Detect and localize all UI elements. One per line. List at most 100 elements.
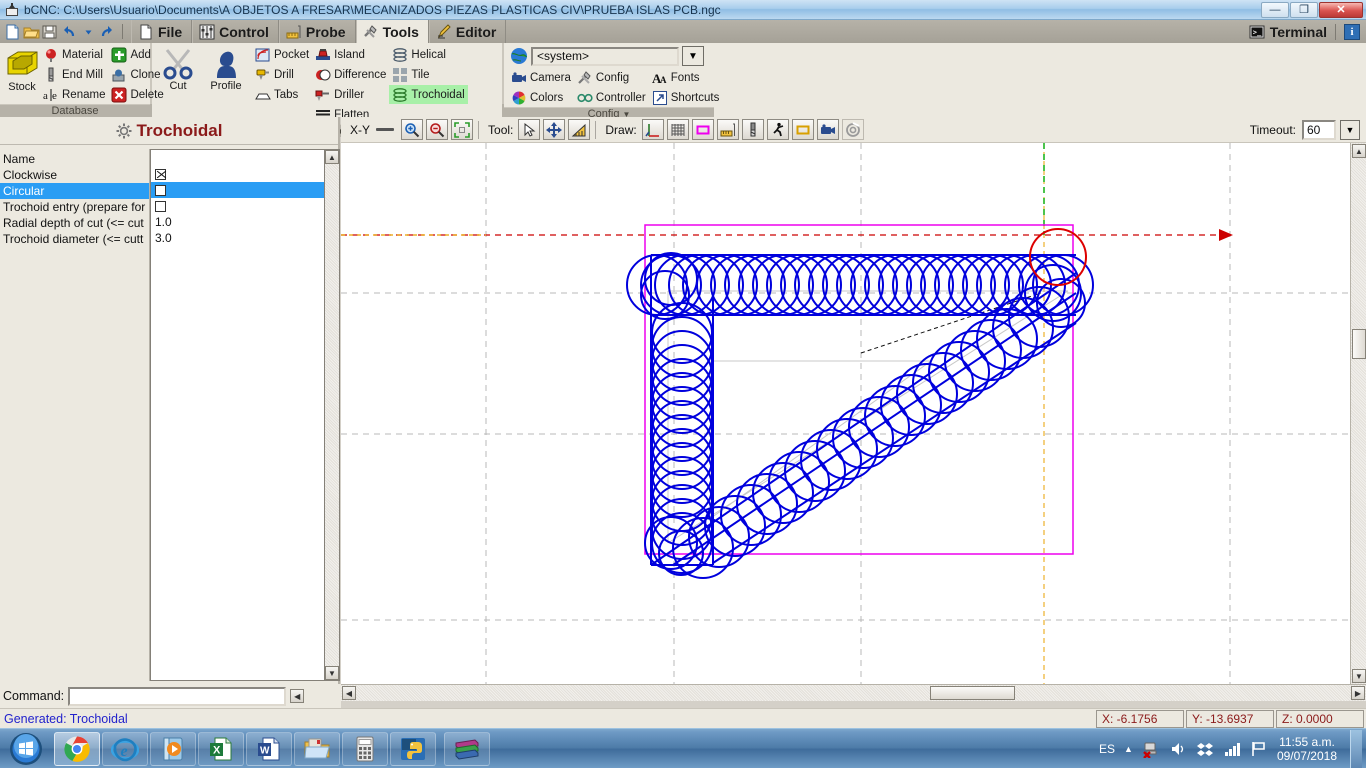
tabs-button[interactable]: Tabs — [252, 85, 312, 104]
canvas-scroll-right-button[interactable]: ▶ — [1351, 686, 1365, 700]
new-file-icon[interactable] — [3, 23, 21, 41]
property-row-name[interactable]: Name — [0, 151, 149, 167]
trochoid-entry-checkbox[interactable] — [155, 200, 166, 212]
signal-icon[interactable] — [1223, 740, 1241, 758]
trochoidal-button[interactable]: Trochoidal — [389, 85, 468, 104]
property-scroll-down-button[interactable]: ▼ — [325, 666, 339, 680]
taskbar-excel[interactable]: X — [198, 731, 244, 766]
camera-button[interactable]: Camera — [508, 68, 574, 87]
property-scrollbar[interactable]: ▲ ▼ — [324, 149, 340, 681]
timeout-dropdown-arrow[interactable]: ▼ — [1340, 119, 1360, 140]
redo-icon[interactable] — [98, 23, 116, 41]
shortcuts-button[interactable]: Shortcuts — [649, 88, 723, 107]
zoom-in-button[interactable] — [401, 119, 424, 140]
canvas-scroll-down-button[interactable]: ▼ — [1352, 669, 1366, 683]
show-desktop-button[interactable] — [1350, 729, 1362, 768]
taskbar-python[interactable] — [390, 731, 436, 766]
tray-clock[interactable]: 11:55 a.m. 09/07/2018 — [1277, 735, 1337, 763]
value-radial-depth[interactable]: 1.0 — [151, 214, 324, 230]
taskbar-explorer[interactable] — [294, 731, 340, 766]
taskbar-winrar[interactable] — [444, 731, 490, 766]
save-file-icon[interactable] — [41, 23, 59, 41]
rename-button[interactable]: ae Rename — [40, 85, 108, 104]
draw-workarea-button[interactable] — [791, 119, 814, 140]
value-clockwise[interactable] — [151, 166, 324, 182]
command-scroll-left-button[interactable]: ◀ — [290, 689, 305, 703]
start-button[interactable] — [2, 731, 50, 767]
cut-button[interactable]: Cut — [156, 45, 200, 92]
restore-button[interactable]: ❐ — [1290, 1, 1318, 18]
endmill-button[interactable]: End Mill — [40, 65, 108, 84]
value-trochoid-entry[interactable] — [151, 198, 324, 214]
draw-probe-button[interactable] — [841, 119, 864, 140]
canvas-horizontal-thumb[interactable] — [930, 686, 1015, 700]
taskbar-calculator[interactable] — [342, 731, 388, 766]
taskbar-word[interactable]: W — [246, 731, 292, 766]
property-row-trochoid-entry[interactable]: Trochoid entry (prepare for — [0, 199, 149, 215]
select-tool-button[interactable] — [518, 119, 541, 140]
gcode-canvas[interactable] — [341, 143, 1350, 684]
canvas-scroll-left-button[interactable]: ◀ — [342, 686, 356, 700]
menu-tab-editor[interactable]: Editor — [428, 20, 507, 43]
pocket-button[interactable]: Pocket — [252, 45, 312, 64]
volume-icon[interactable] — [1169, 740, 1187, 758]
flag-icon[interactable] — [1250, 740, 1268, 758]
property-row-trochoid-diameter[interactable]: Trochoid diameter (<= cutt — [0, 231, 149, 247]
zoom-out-button[interactable] — [426, 119, 449, 140]
minimize-button[interactable]: — — [1261, 1, 1289, 18]
taskbar-media-player[interactable] — [150, 731, 196, 766]
draw-grid-button[interactable] — [666, 119, 689, 140]
canvas-vertical-scrollbar[interactable]: ▲ ▼ — [1350, 143, 1366, 684]
undo-dropdown-icon[interactable] — [79, 23, 97, 41]
timeout-input[interactable]: 60 — [1302, 119, 1336, 140]
dropbox-icon[interactable] — [1196, 740, 1214, 758]
value-trochoid-diameter[interactable]: 3.0 — [151, 230, 324, 246]
undo-icon[interactable] — [60, 23, 78, 41]
tile-button[interactable]: Tile — [389, 65, 467, 84]
close-button[interactable]: ✕ — [1319, 1, 1363, 18]
info-button[interactable]: i — [1344, 23, 1360, 40]
property-row-circular[interactable]: Circular — [0, 183, 149, 199]
config-button[interactable]: Config — [574, 68, 649, 87]
system-dropdown-arrow[interactable]: ▼ — [682, 46, 704, 66]
menu-tab-control[interactable]: Control — [192, 20, 279, 43]
canvas-horizontal-scrollbar[interactable]: ◀ ▶ — [341, 684, 1366, 701]
profile-button[interactable]: Profile — [200, 45, 252, 92]
tray-chevron-icon[interactable]: ▲ — [1124, 744, 1133, 754]
move-tool-button[interactable] — [543, 119, 566, 140]
property-row-clockwise[interactable]: Clockwise — [0, 167, 149, 183]
property-row-radial-depth[interactable]: Radial depth of cut (<= cut — [0, 215, 149, 231]
view-plane-selector[interactable]: X-Y — [346, 119, 398, 140]
property-scroll-up-button[interactable]: ▲ — [325, 150, 339, 164]
open-file-icon[interactable] — [22, 23, 40, 41]
island-button[interactable]: Island — [312, 45, 389, 64]
command-input[interactable] — [68, 686, 287, 706]
ruler-tool-button[interactable] — [568, 119, 591, 140]
menu-tab-probe[interactable]: Probe — [278, 20, 356, 43]
network-error-icon[interactable] — [1142, 740, 1160, 758]
taskbar-internet-explorer[interactable]: e — [102, 731, 148, 766]
system-selector[interactable]: <system> ▼ — [508, 44, 704, 66]
driller-button[interactable]: Driller — [312, 85, 389, 104]
terminal-button[interactable]: >_ Terminal — [1249, 24, 1327, 40]
draw-camera-button[interactable] — [816, 119, 839, 140]
difference-button[interactable]: Difference — [312, 65, 389, 84]
menu-tab-file[interactable]: File — [131, 20, 193, 43]
stock-button[interactable]: Stock — [4, 45, 40, 93]
fonts-button[interactable]: AA Fonts — [649, 68, 723, 87]
draw-axes-button[interactable] — [641, 119, 664, 140]
system-field[interactable]: <system> — [531, 46, 679, 66]
material-button[interactable]: Material — [40, 45, 108, 64]
helical-button[interactable]: Helical — [389, 45, 467, 64]
menu-tab-tools[interactable]: Tools — [355, 20, 429, 43]
canvas-vertical-thumb[interactable] — [1352, 329, 1366, 359]
drill-button[interactable]: Drill — [252, 65, 312, 84]
draw-path-button[interactable] — [766, 119, 789, 140]
taskbar-chrome[interactable] — [54, 731, 100, 766]
clockwise-checkbox[interactable] — [155, 168, 166, 180]
value-name[interactable] — [151, 150, 324, 166]
zoom-fit-button[interactable] — [451, 119, 474, 140]
tray-language[interactable]: ES — [1099, 742, 1115, 756]
circular-checkbox[interactable] — [155, 184, 166, 196]
draw-ruler-button[interactable] — [716, 119, 739, 140]
